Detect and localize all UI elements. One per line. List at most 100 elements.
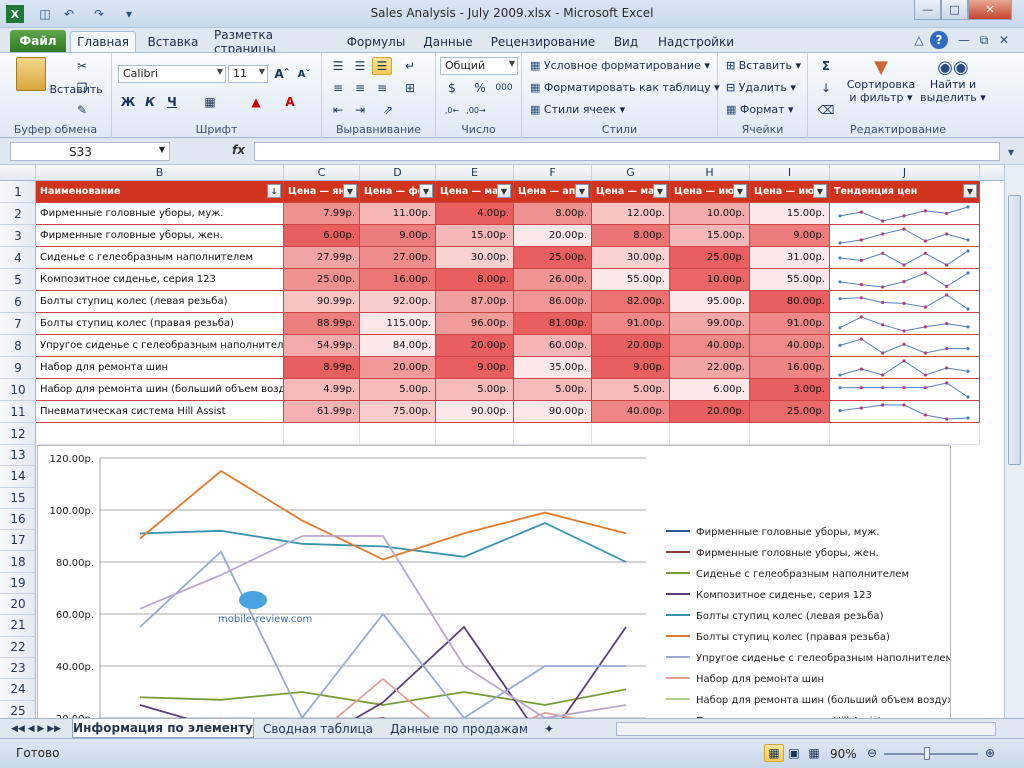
sheet-tab-sales-data[interactable]: Данные по продажам — [388, 719, 530, 738]
price-cell[interactable]: 10.00р. — [670, 269, 750, 291]
row-header[interactable]: 16 — [0, 509, 36, 531]
worksheet-grid[interactable]: BCDEFGHIJ 1 2 3 4 5 6 7 8 9 10 11 12 13 14 15 16 17 18 19 2… — [0, 165, 1004, 718]
price-cell[interactable]: 6.00р. — [670, 379, 750, 401]
table-header-cell[interactable]: Наименование ↓ — [36, 181, 284, 203]
price-cell[interactable]: 35.00р. — [514, 357, 592, 379]
line-chart[interactable]: 20.00р.40.00р.60.00р.80.00р.100.00р.120.… — [37, 445, 963, 718]
price-cell[interactable]: 7.99р. — [284, 203, 360, 225]
row-header[interactable]: 4 — [0, 247, 36, 269]
table-header-cell[interactable]: Цена — июл ▼ — [750, 181, 830, 203]
font-size-select[interactable]: 11 ▼ — [228, 65, 268, 83]
filter-dropdown-icon[interactable]: ▼ — [497, 184, 511, 198]
empty-cell[interactable] — [670, 423, 750, 445]
filter-dropdown-icon[interactable]: ▼ — [963, 184, 977, 198]
sheet-nav-arrows-icon[interactable]: ◀◀ ◀ ▶ ▶▶ — [8, 719, 64, 738]
tab-formulas[interactable]: Формулы — [344, 31, 408, 52]
price-cell[interactable]: 30.00р. — [592, 247, 670, 269]
price-cell[interactable]: 99.00р. — [670, 313, 750, 335]
column-header-j[interactable]: J — [830, 165, 980, 181]
select-all-corner[interactable] — [0, 165, 36, 181]
borders-icon[interactable]: ▦ — [200, 93, 220, 111]
sparkline-cell[interactable] — [830, 379, 980, 401]
price-cell[interactable]: 95.00р. — [670, 291, 750, 313]
product-name-cell[interactable]: Болты ступиц колес (правая резьба) — [36, 313, 284, 335]
align-bottom-icon[interactable]: ☰ — [372, 57, 392, 75]
price-cell[interactable]: 115.00р. — [360, 313, 436, 335]
copy-icon[interactable]: ❐ — [72, 79, 92, 97]
product-name-cell[interactable]: Набор для ремонта шин — [36, 357, 284, 379]
format-cells-button[interactable]: ▦ Формат ▾ — [726, 103, 794, 116]
price-cell[interactable]: 15.00р. — [750, 203, 830, 225]
sheet-tab-pivot[interactable]: Сводная таблица — [262, 719, 374, 738]
price-cell[interactable]: 5.00р. — [360, 379, 436, 401]
row-header[interactable]: 23 — [0, 658, 36, 680]
clear-icon[interactable]: ⌫ — [816, 101, 836, 119]
price-cell[interactable]: 90.00р. — [436, 401, 514, 423]
price-cell[interactable]: 54.99р. — [284, 335, 360, 357]
sparkline-cell[interactable] — [830, 247, 980, 269]
price-cell[interactable]: 20.00р. — [360, 357, 436, 379]
price-cell[interactable]: 27.00р. — [360, 247, 436, 269]
cut-icon[interactable]: ✂ — [72, 57, 92, 75]
column-header-h[interactable]: H — [670, 165, 750, 181]
sparkline-cell[interactable] — [830, 335, 980, 357]
price-cell[interactable]: 90.99р. — [284, 291, 360, 313]
empty-cell[interactable] — [514, 423, 592, 445]
price-cell[interactable]: 20.00р. — [592, 335, 670, 357]
price-cell[interactable]: 5.00р. — [436, 379, 514, 401]
table-header-cell[interactable]: Тенденция цен ▼ — [830, 181, 980, 203]
product-name-cell[interactable]: Композитное сиденье, серия 123 — [36, 269, 284, 291]
align-middle-icon[interactable]: ☰ — [350, 57, 370, 75]
row-header[interactable]: 19 — [0, 573, 36, 595]
column-header-d[interactable]: D — [360, 165, 436, 181]
doc-minimize-icon[interactable]: — — [955, 31, 973, 49]
price-cell[interactable]: 9.00р. — [436, 357, 514, 379]
page-layout-view-icon[interactable]: ▣ — [784, 744, 804, 762]
price-cell[interactable]: 87.00р. — [436, 291, 514, 313]
conditional-formatting-button[interactable]: ▦ Условное форматирование ▾ — [530, 59, 710, 72]
zoom-level[interactable]: 90% — [830, 747, 857, 761]
product-name-cell[interactable]: Упругое сиденье с гелеобразным наполните… — [36, 335, 284, 357]
underline-icon[interactable]: Ч — [162, 93, 182, 111]
close-button[interactable]: ✕ — [968, 0, 1012, 20]
price-cell[interactable]: 75.00р. — [360, 401, 436, 423]
tab-home[interactable]: Главная — [70, 31, 136, 52]
help-icon[interactable]: ? — [930, 31, 948, 49]
tab-file[interactable]: Файл — [10, 30, 66, 52]
table-header-cell[interactable]: Цена — июн ▼ — [670, 181, 750, 203]
price-cell[interactable]: 25.00р. — [670, 247, 750, 269]
tab-addins[interactable]: Надстройки — [656, 31, 736, 52]
price-cell[interactable]: 90.00р. — [514, 401, 592, 423]
empty-cell[interactable] — [750, 423, 830, 445]
normal-view-icon[interactable]: ▦ — [764, 744, 784, 762]
zoom-in-icon[interactable]: ⊕ — [980, 744, 1000, 762]
row-header[interactable]: 12 — [0, 423, 36, 445]
vertical-scrollbar[interactable] — [1004, 165, 1024, 718]
row-header[interactable]: 3 — [0, 225, 36, 247]
tab-page-layout[interactable]: Разметка страницы — [214, 28, 332, 56]
price-cell[interactable]: 27.99р. — [284, 247, 360, 269]
price-cell[interactable]: 40.00р. — [592, 401, 670, 423]
table-header-cell[interactable]: Цена — май ▼ — [592, 181, 670, 203]
row-header[interactable]: 17 — [0, 530, 36, 552]
sparkline-cell[interactable] — [830, 291, 980, 313]
row-header[interactable]: 24 — [0, 679, 36, 701]
price-cell[interactable]: 20.00р. — [670, 401, 750, 423]
doc-close-icon[interactable]: ✕ — [995, 31, 1013, 49]
product-name-cell[interactable]: Болты ступиц колес (левая резьба) — [36, 291, 284, 313]
row-header[interactable]: 20 — [0, 594, 36, 616]
price-cell[interactable]: 40.00р. — [670, 335, 750, 357]
find-select-button[interactable]: ◉◉ Найти и выделить ▾ — [920, 57, 986, 104]
price-cell[interactable]: 10.00р. — [670, 203, 750, 225]
column-header-c[interactable]: C — [284, 165, 360, 181]
price-cell[interactable]: 88.99р. — [284, 313, 360, 335]
table-header-cell[interactable]: Цена — фев ▼ — [360, 181, 436, 203]
maximize-button[interactable]: □ — [941, 0, 968, 20]
price-cell[interactable]: 91.00р. — [592, 313, 670, 335]
price-cell[interactable]: 9.00р. — [592, 357, 670, 379]
sparkline-cell[interactable] — [830, 401, 980, 423]
formula-input[interactable] — [254, 142, 1000, 161]
merge-center-icon[interactable]: ⊞ — [400, 79, 420, 97]
empty-cell[interactable] — [284, 423, 360, 445]
price-cell[interactable]: 26.00р. — [514, 269, 592, 291]
